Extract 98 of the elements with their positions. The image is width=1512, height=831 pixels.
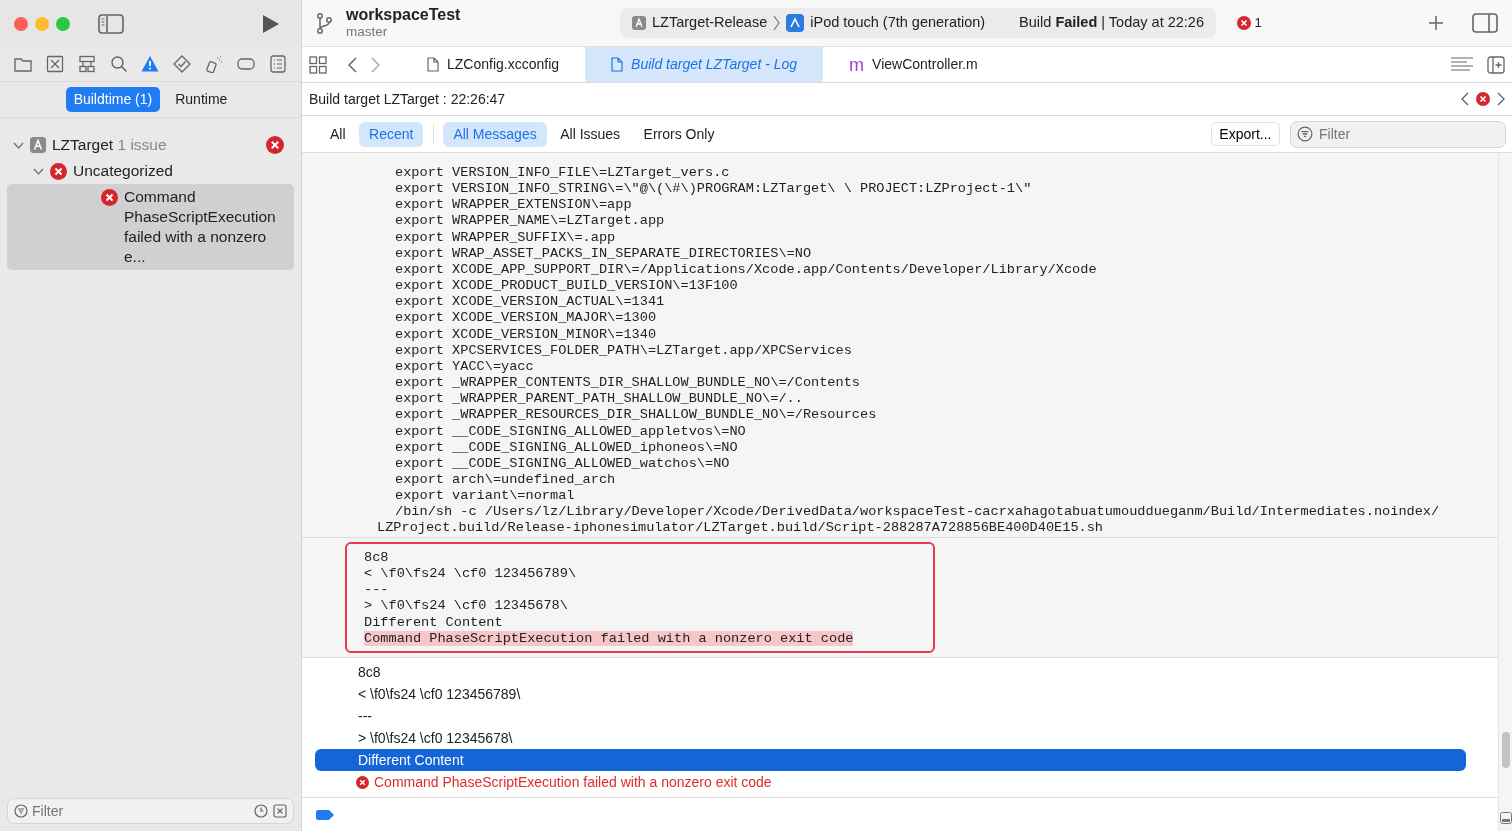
back-icon[interactable] <box>348 56 357 73</box>
forward-icon[interactable] <box>371 56 380 73</box>
log-line: export XCODE_VERSION_MAJOR\=1300 <box>394 310 658 327</box>
log-line: export arch\=undefined_arch <box>394 471 617 489</box>
inspector-toggle-icon[interactable] <box>1472 13 1498 33</box>
next-issue-icon[interactable] <box>1497 92 1505 106</box>
message-filter[interactable]: Errors Only <box>633 121 725 147</box>
output-line: < \f0\fs24 \cf0 123456789\ <box>364 566 577 582</box>
log-line: export XPCSERVICES_FOLDER_PATH\=LZTarget.app/XPCServices <box>394 342 853 359</box>
output-line: --- <box>364 582 389 598</box>
sidebar-toggle-icon[interactable] <box>98 13 124 34</box>
log-line: export YACC\=yacc <box>394 358 535 376</box>
log-line: export __CODE_SIGNING_ALLOWED_appletvos\=NO <box>394 423 747 440</box>
log-line: export WRAPPER_SUFFIX\=.app <box>394 229 617 246</box>
scheme-target[interactable]: LZTarget-Release <box>652 12 768 34</box>
editor-tab[interactable]: LZConfig.xcconfig <box>401 47 586 82</box>
spray-icon[interactable] <box>205 55 224 73</box>
log-line: export XCODE_APP_SUPPORT_DIR\=/Applications/Xcode.app/Contents/Developer/Library/Xcode <box>394 261 1098 279</box>
message-row[interactable]: --- <box>315 705 1466 728</box>
close-window-button[interactable] <box>14 16 28 31</box>
editor-tab[interactable]: Build target LZTarget - Log <box>585 47 824 82</box>
project-name: workspaceTest <box>346 6 462 23</box>
filter-icon <box>1297 126 1313 142</box>
message-row[interactable]: Command PhaseScriptExecution failed with a nonzero exit code <box>315 771 1466 794</box>
hierarchy-icon[interactable] <box>77 55 96 73</box>
app-target-icon <box>30 137 46 153</box>
error-icon <box>50 163 67 180</box>
list-icon[interactable] <box>268 55 287 73</box>
run-icon[interactable] <box>262 13 280 34</box>
branch-icon <box>316 12 332 34</box>
chevron-right-icon <box>773 15 781 31</box>
build-status: Build Failed | Today at 22:26 <box>1019 13 1204 33</box>
error-icon <box>1476 92 1490 106</box>
device-icon <box>786 14 805 32</box>
close-box-icon[interactable] <box>45 55 64 73</box>
log-line: export __CODE_SIGNING_ALLOWED_watchos\=NO <box>394 455 731 472</box>
grid-icon[interactable] <box>309 55 327 74</box>
panel-toggle-icon[interactable] <box>1499 812 1512 824</box>
folder-icon[interactable] <box>13 55 32 73</box>
log-line: export _WRAPPER_PARENT_PATH_SHALLOW_BUNDLE_NO\=/.. <box>394 391 804 408</box>
export-button[interactable]: Export... <box>1211 122 1280 146</box>
clear-filter-icon[interactable] <box>273 804 287 818</box>
log-line: /bin/sh -c /Users/lz/Library/Developer/Xcode/DerivedData/workspaceTest-cacrxahagotabuatumouddueganm/Build/Intermediates.noindex/ <box>394 504 1441 521</box>
diamond-check-icon[interactable] <box>173 55 192 73</box>
disclosure-icon[interactable] <box>33 166 44 177</box>
scope-filter[interactable]: Recent <box>359 121 424 147</box>
message-filter[interactable]: All Issues <box>550 121 631 147</box>
tag-icon[interactable] <box>237 55 256 73</box>
tree-item[interactable]: Command PhaseScriptExecution failed with a nonzero e... <box>7 184 294 270</box>
warning-icon[interactable] <box>141 55 160 73</box>
search-icon[interactable] <box>109 55 128 73</box>
tag-icon[interactable] <box>316 809 334 820</box>
tree-item[interactable]: Uncategorized <box>7 158 294 184</box>
document-icon <box>611 57 624 72</box>
log-line: export VERSION_INFO_STRING\=\"@\(\#\)PROGRAM:LZTarget\ \ PROJECT:LZProject-1\" <box>394 181 1033 198</box>
log-line: LZProject.build/Release-iphonesimulator/LZTarget.build/Script-288287A728856BE400D40E15.sh <box>376 520 1105 537</box>
error-icon <box>356 775 369 789</box>
log-line: export XCODE_VERSION_ACTUAL\=1341 <box>394 294 666 311</box>
add-icon[interactable] <box>1428 15 1444 31</box>
app-target-icon <box>632 16 646 30</box>
error-badge-icon <box>266 136 284 154</box>
log-line: export WRAP_ASSET_PACKS_IN_SEPARATE_DIRECTORIES\=NO <box>394 245 813 262</box>
log-line: export _WRAPPER_CONTENTS_DIR_SHALLOW_BUNDLE_NO\=/Contents <box>394 375 861 392</box>
message-row[interactable]: > \f0\fs24 \cf0 12345678\ <box>315 727 1466 750</box>
message-row[interactable]: 8c8 <box>315 661 1466 684</box>
log-line: export variant\=normal <box>394 488 576 505</box>
log-line: export XCODE_VERSION_MINOR\=1340 <box>394 326 658 343</box>
log-filter-field[interactable]: Filter <box>1290 120 1506 148</box>
add-editor-icon[interactable] <box>1487 55 1505 74</box>
scope-filter[interactable]: All <box>320 121 356 147</box>
output-line: Different Content <box>364 614 503 630</box>
log-line: export WRAPPER_EXTENSION\=app <box>394 197 633 214</box>
tree-item[interactable]: LZTarget 1 issue <box>7 132 294 158</box>
error-count-badge[interactable]: 1 <box>1237 13 1262 33</box>
log-line: export WRAPPER_NAME\=LZTarget.app <box>394 213 666 230</box>
log-line: export _WRAPPER_RESOURCES_DIR_SHALLOW_BUNDLE_NO\=/Resources <box>394 407 878 424</box>
document-icon <box>427 57 439 72</box>
log-line: export VERSION_INFO_FILE\=LZTarget_vers.c <box>394 165 731 182</box>
branch-name: master <box>346 23 389 40</box>
editor-tab[interactable]: m ViewController.m <box>823 47 1004 82</box>
scheme-device[interactable]: iPod touch (7th generation) <box>810 12 986 34</box>
previous-issue-icon[interactable] <box>1461 92 1469 106</box>
message-row[interactable]: < \f0\fs24 \cf0 123456789\ <box>315 683 1466 706</box>
error-icon <box>101 189 118 206</box>
scrollbar-thumb[interactable] <box>1501 732 1510 768</box>
filter-field[interactable]: Filter <box>7 798 294 824</box>
clock-icon[interactable] <box>254 804 268 818</box>
segment-tab[interactable]: Runtime <box>167 87 236 112</box>
output-line: 8c8 <box>364 550 389 565</box>
output-line: > \f0\fs24 \cf0 12345678\ <box>364 598 568 614</box>
log-line: export __CODE_SIGNING_ALLOWED_iphoneos\=NO <box>394 439 739 456</box>
disclosure-icon[interactable] <box>13 140 24 151</box>
log-line: export XCODE_PRODUCT_BUILD_VERSION\=13F100 <box>394 278 739 295</box>
segment-tab[interactable]: Buildtime (1) <box>65 87 161 112</box>
filter-icon <box>14 804 28 818</box>
log-title: Build target LZTarget : 22:26:47 <box>309 89 506 109</box>
message-row[interactable]: Different Content <box>315 749 1466 772</box>
message-filter[interactable]: All Messages <box>443 121 547 147</box>
